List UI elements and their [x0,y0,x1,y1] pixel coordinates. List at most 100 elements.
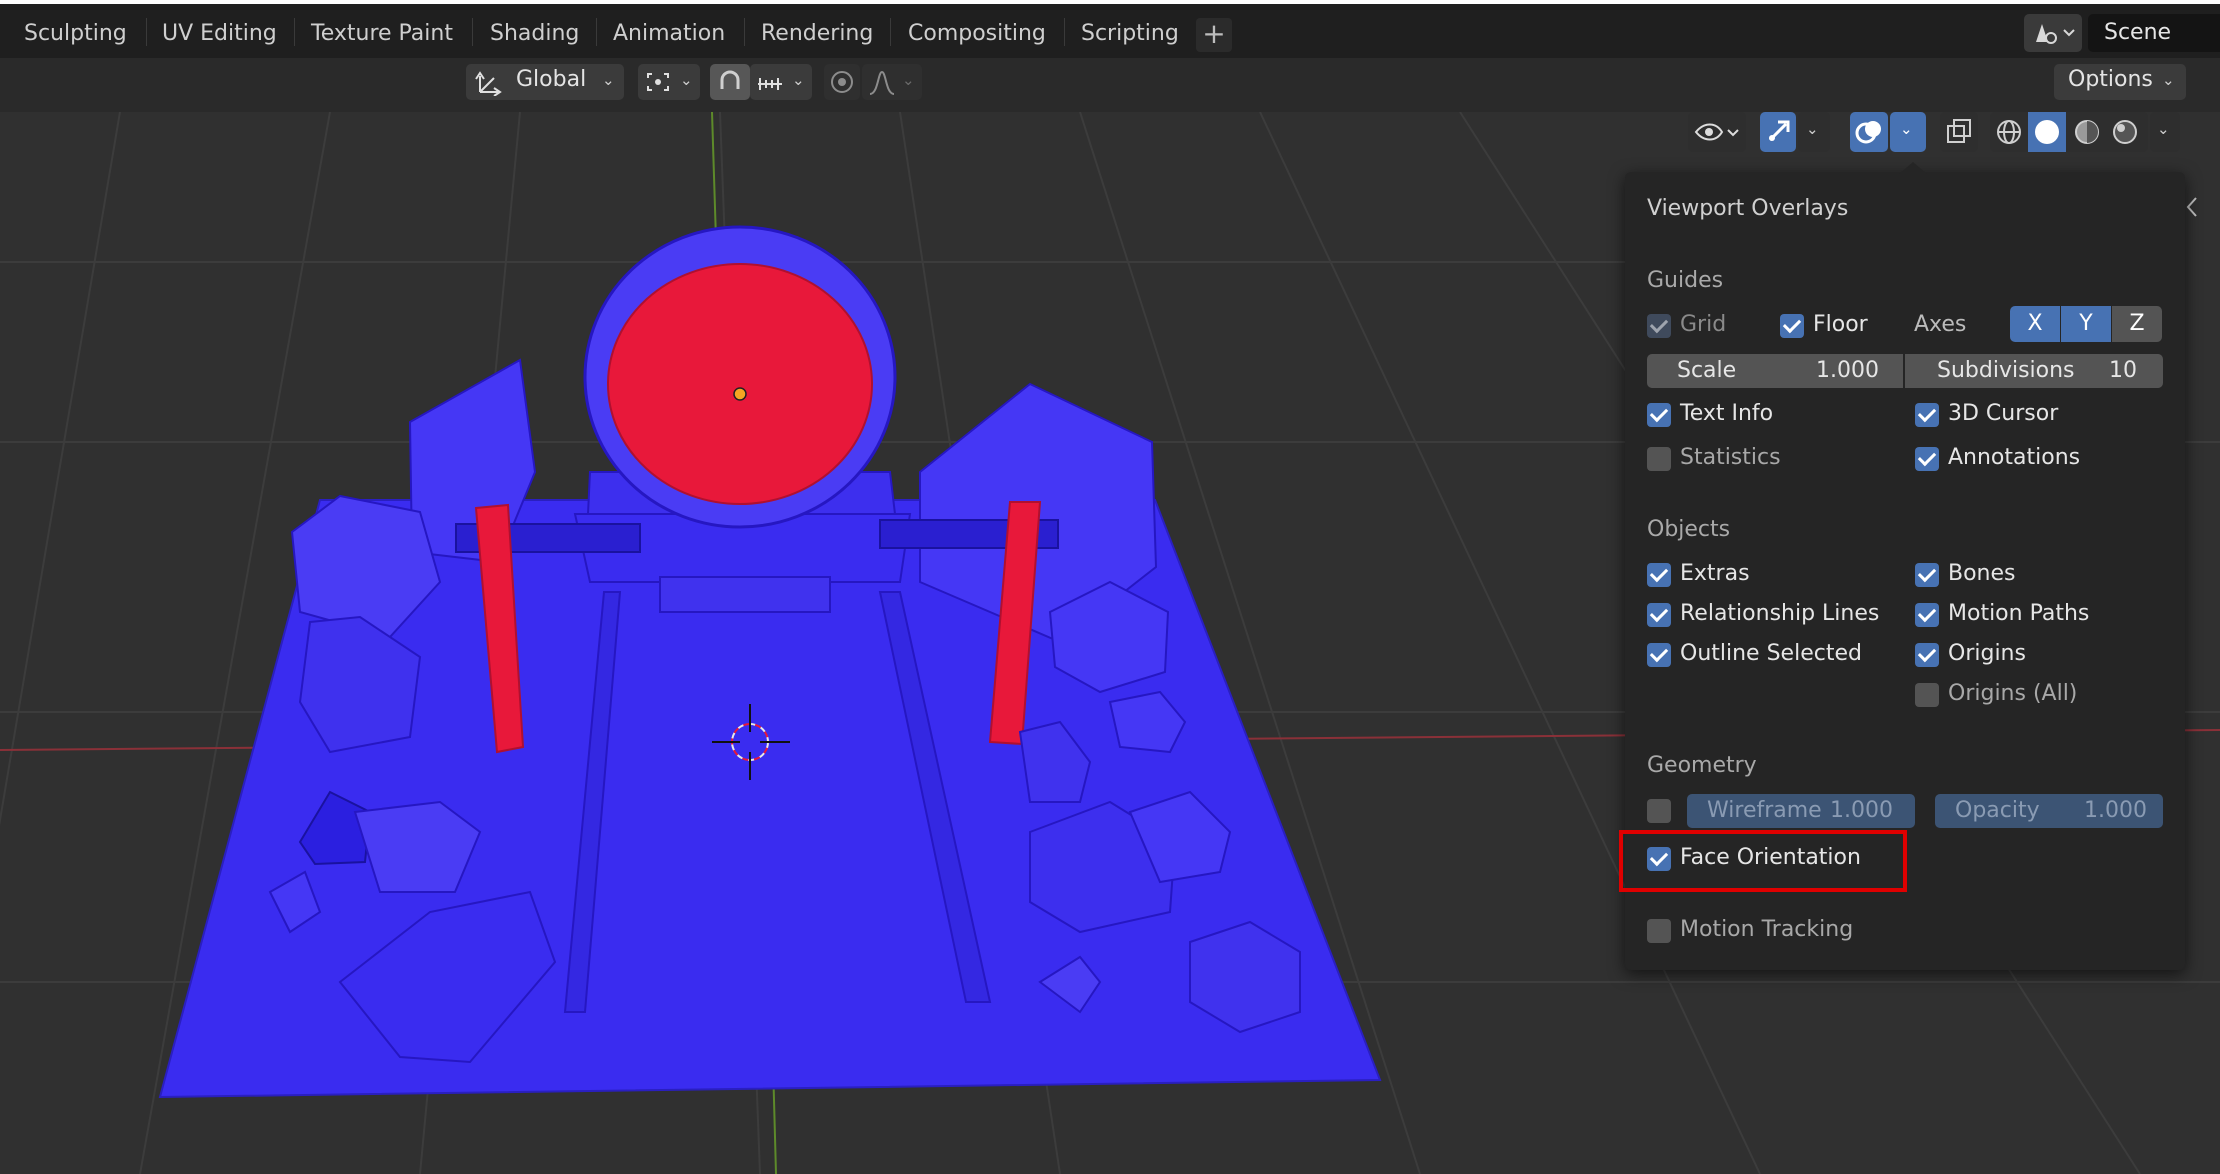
tab-rendering[interactable]: Rendering [747,14,887,54]
chevron-down-icon: ⌄ [792,71,805,89]
chevron-down-icon: ⌄ [902,71,915,89]
tab-scripting[interactable]: Scripting [1067,14,1193,54]
gizmo-dropdown[interactable]: ⌄ [1798,112,1830,152]
tab-separator [294,18,295,46]
floor-label: Floor [1813,312,1868,337]
opacity-value: 1.000 [2084,798,2147,823]
rendered-shading-icon[interactable] [2110,118,2140,146]
orientation-gizmo-icon [475,71,502,96]
solid-shading-icon [2035,120,2059,144]
geometry-heading: Geometry [1647,753,1757,778]
chevron-down-icon: ⌄ [680,71,693,89]
tab-separator [1064,18,1065,46]
axes-label: Axes [1914,312,1967,337]
motion-tracking-label: Motion Tracking [1680,917,1854,942]
motion-paths-checkbox[interactable] [1915,603,1939,627]
axis-y-toggle[interactable]: Y [2061,306,2111,342]
tab-separator [472,18,473,46]
chevron-down-icon: ⌄ [2162,71,2175,89]
snap-toggle[interactable] [710,64,750,100]
origins-checkbox[interactable] [1915,643,1939,667]
origins-all-checkbox[interactable] [1915,683,1939,707]
wireframe-value: 1.000 [1830,798,1893,823]
relationship-lines-checkbox[interactable] [1647,603,1671,627]
options-dropdown[interactable]: Options ⌄ [2054,64,2186,100]
text-info-checkbox[interactable] [1647,403,1671,427]
outline-selected-label: Outline Selected [1680,641,1862,666]
statistics-checkbox[interactable] [1647,447,1671,471]
motion-tracking-checkbox[interactable] [1647,919,1671,943]
chevron-down-icon: ⌄ [2157,120,2170,138]
opacity-field[interactable]: Opacity 1.000 [1935,794,2163,828]
guides-heading: Guides [1647,268,1724,293]
xray-toggle[interactable] [1940,112,1978,152]
relationship-lines-label: Relationship Lines [1680,601,1880,626]
tab-animation[interactable]: Animation [599,14,739,54]
transform-orientation-dropdown[interactable]: Global ⌄ [466,64,624,100]
wireframe-checkbox[interactable] [1647,799,1671,823]
add-workspace-button[interactable]: + [1196,18,1232,52]
scale-label: Scale [1677,358,1737,383]
options-label: Options [2068,67,2153,92]
opacity-label: Opacity [1955,798,2040,823]
subdivisions-label: Subdivisions [1937,358,2075,383]
scale-value: 1.000 [1816,358,1879,383]
origin-point [733,387,747,401]
tab-sculpting[interactable]: Sculpting [10,14,141,54]
visibility-dropdown[interactable] [1688,112,1746,152]
wireframe-shading-icon[interactable] [1994,118,2024,146]
overlays-title: Viewport Overlays [1647,196,1849,221]
extras-checkbox[interactable] [1647,563,1671,587]
axis-x-toggle[interactable]: X [2010,306,2060,342]
grid-scale-field[interactable]: Scale 1.000 [1647,354,1903,388]
outline-selected-checkbox[interactable] [1647,643,1671,667]
tab-texture-paint[interactable]: Texture Paint [297,14,467,54]
eye-icon [1694,123,1739,141]
popover-pointer [1899,162,1927,174]
tab-shading[interactable]: Shading [476,14,593,54]
statistics-label: Statistics [1680,445,1781,470]
grid-label: Grid [1680,312,1727,337]
subdivisions-value: 10 [2109,358,2137,383]
pivot-point-dropdown[interactable]: ⌄ [638,64,700,100]
shading-dropdown[interactable]: ⌄ [2150,112,2180,152]
gizmo-icon [1768,120,1790,142]
extras-label: Extras [1680,561,1750,586]
xray-icon [1947,119,1971,143]
3d-cursor-checkbox[interactable] [1915,403,1939,427]
wireframe-field[interactable]: Wireframe 1.000 [1687,794,1915,828]
scene-name-field[interactable]: Scene [2088,14,2220,52]
axis-z-toggle[interactable]: Z [2112,306,2162,342]
portal-face-back [607,263,873,505]
annotations-label: Annotations [1948,445,2081,470]
grid-subdivisions-field[interactable]: Subdivisions 10 [1905,354,2163,388]
tab-separator [596,18,597,46]
floor-checkbox[interactable] [1780,314,1804,338]
overlays-dropdown[interactable]: ⌄ [1890,112,1926,152]
highlight-box [1619,830,1907,892]
chevron-down-icon: ⌄ [602,71,615,89]
overlays-toggle[interactable] [1850,112,1888,152]
3d-cursor-label: 3D Cursor [1948,401,2059,426]
material-preview-icon[interactable] [2072,118,2102,146]
motion-paths-label: Motion Paths [1948,601,2090,626]
scene-icon [2036,24,2075,44]
grid-checkbox[interactable] [1647,314,1671,338]
proportional-editing-toggle[interactable] [824,64,860,100]
proportional-falloff-dropdown[interactable]: ⌄ [862,64,922,100]
tab-separator [744,18,745,46]
snap-target-dropdown[interactable]: ⌄ [750,64,812,100]
gizmo-toggle[interactable] [1760,112,1796,152]
solid-shading-button[interactable] [2028,112,2066,152]
shading-mode-group [1990,112,2148,152]
falloff-curve-icon [869,70,895,95]
chevron-down-icon: ⌄ [1900,120,1913,138]
scene-selector-button[interactable] [2024,14,2082,52]
origins-all-label: Origins (All) [1948,681,2078,706]
magnet-icon [720,70,740,89]
workspace-bar: Sculpting UV Editing Texture Paint Shadi… [0,0,2220,58]
bones-checkbox[interactable] [1915,563,1939,587]
tab-compositing[interactable]: Compositing [894,14,1060,54]
annotations-checkbox[interactable] [1915,447,1939,471]
tab-uv-editing[interactable]: UV Editing [148,14,291,54]
